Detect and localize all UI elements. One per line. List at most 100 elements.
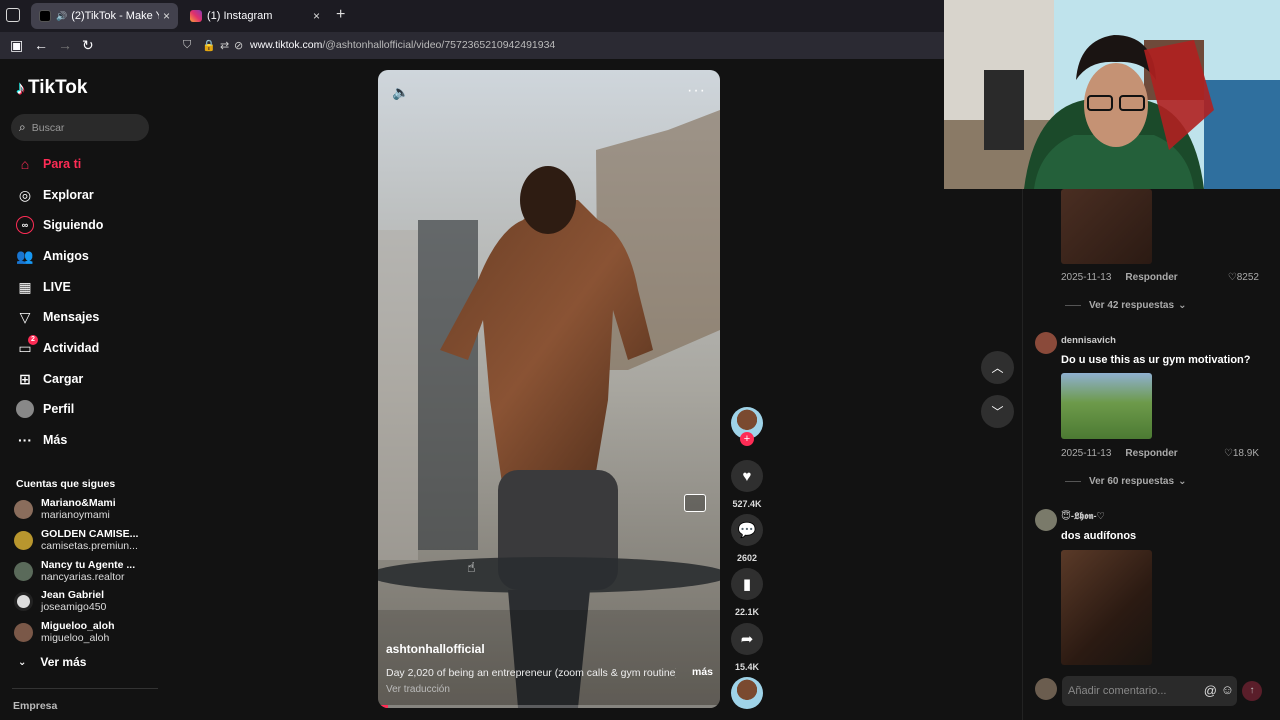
avatar — [14, 591, 33, 611]
comment-image[interactable] — [1061, 189, 1152, 264]
url-path: /@ashtonhallofficial/video/7572365210942… — [322, 39, 556, 51]
view-replies-label: Ver 42 respuestas — [1089, 300, 1175, 311]
following-account[interactable]: Mariano&Mami marianoymami — [14, 497, 116, 521]
sidebar-item-label: Explorar — [43, 188, 94, 202]
comment-meta: 2025-11-13 Responder — [1061, 448, 1178, 459]
url-bar[interactable]: www.tiktok.com/@ashtonhallofficial/video… — [250, 39, 555, 51]
comment-button[interactable]: 💬 — [731, 514, 763, 546]
comment-username[interactable]: dennisavich — [1061, 335, 1116, 346]
comment-input[interactable] — [1068, 685, 1188, 697]
video-progress-bar[interactable] — [378, 705, 720, 708]
sidebar-item-label: LIVE — [43, 280, 71, 294]
view-replies-button[interactable]: Ver 42 respuestas ⌄ — [1065, 300, 1186, 311]
new-tab-button[interactable]: + — [336, 6, 345, 24]
sidebar-item-label: Para ti — [43, 157, 82, 171]
reload-icon[interactable]: ↻ — [82, 37, 94, 54]
save-button[interactable]: ▮ — [731, 568, 763, 600]
video-description: Day 2,020 of being an entrepreneur (zoom… — [386, 667, 676, 679]
music-disc-avatar[interactable] — [731, 677, 763, 709]
video-player[interactable]: 🔈 ··· ☝ ashtonhallofficial Day 2,020 of … — [378, 70, 720, 708]
picture-in-picture-icon[interactable] — [684, 494, 706, 512]
tracking-icon[interactable]: ⊘ — [234, 39, 243, 52]
chevron-down-icon: ﹀ — [991, 405, 1004, 419]
following-account[interactable]: Migueloo_aloh migueloo_aloh — [14, 620, 115, 644]
following-account[interactable]: GOLDEN CAMISE... camisetas.premiun... — [14, 528, 138, 552]
previous-video-button[interactable]: ︿ — [981, 351, 1014, 384]
view-replies-button[interactable]: Ver 60 respuestas ⌄ — [1065, 476, 1186, 487]
chevron-down-icon: ⌄ — [1178, 476, 1187, 487]
bookmark-icon: ▮ — [742, 576, 752, 593]
sidebar-item-cargar[interactable]: ⊞ Cargar — [16, 367, 83, 391]
sidebar-item-siguiendo[interactable]: ∞ Siguiendo — [16, 213, 103, 237]
forward-arrow-icon[interactable]: → — [58, 37, 72, 53]
divider — [1065, 481, 1081, 482]
follow-plus-icon[interactable]: + — [740, 432, 754, 446]
footer-empresa-link[interactable]: Empresa — [13, 700, 57, 712]
see-translation-link[interactable]: Ver traducción — [386, 684, 450, 695]
comment-image[interactable] — [1061, 373, 1152, 439]
compass-icon: ◎ — [18, 186, 32, 203]
lock-icon[interactable]: 🔒 — [202, 39, 216, 52]
tab-list-icon[interactable] — [6, 8, 20, 22]
avatar[interactable] — [1035, 509, 1057, 531]
friends-icon: 👥 — [16, 247, 34, 264]
volume-icon[interactable]: 🔈 — [392, 84, 409, 101]
mention-icon[interactable]: @ — [1204, 683, 1217, 698]
sidebar-item-label: Mensajes — [43, 310, 100, 324]
avatar[interactable] — [1035, 332, 1057, 354]
tiktok-logo[interactable]: ♪ TikTok — [16, 77, 87, 99]
reply-button[interactable]: Responder — [1125, 272, 1177, 283]
comment-text: Do u use this as ur gym motivation? — [1061, 354, 1251, 366]
next-video-button[interactable]: ﹀ — [981, 395, 1014, 428]
chevron-up-icon: ︿ — [991, 361, 1004, 375]
comment-username[interactable]: 😇-𝕷𝖍𝖔𝖓-♡ — [1061, 511, 1105, 522]
divider — [1065, 305, 1081, 306]
share-button[interactable]: ➦ — [731, 623, 763, 655]
share-arrow-icon: ➦ — [740, 631, 754, 648]
sidebar-item-live[interactable]: ▦ LIVE — [16, 275, 71, 299]
sidebar-item-mensajes[interactable]: ▽ Mensajes — [16, 305, 100, 329]
video-more-button[interactable]: más — [692, 666, 713, 678]
comment-like[interactable]: ♡8252 — [1228, 272, 1259, 283]
search-input[interactable] — [31, 121, 132, 134]
comment-image[interactable] — [1061, 550, 1152, 665]
comment-like-count: 8252 — [1236, 272, 1259, 283]
video-username[interactable]: ashtonhallofficial — [386, 642, 485, 656]
account-name: Migueloo_aloh — [41, 620, 115, 632]
back-arrow-icon[interactable]: ← — [34, 37, 48, 53]
comment-input-box[interactable]: @ ☺ — [1062, 676, 1237, 706]
search-box[interactable]: ⌕ — [11, 114, 149, 141]
comment-meta: 2025-11-13 Responder — [1061, 272, 1178, 283]
sidebar-item-explorar[interactable]: ◎ Explorar — [16, 183, 94, 207]
tiktok-favicon-icon — [39, 10, 51, 22]
like-button[interactable]: ♥ — [731, 460, 763, 492]
see-more-button[interactable]: ⌄ Ver más — [18, 655, 86, 669]
tab-title: (1) Instagram — [207, 10, 273, 22]
following-account[interactable]: Nancy tu Agente ... nancyarias.realtor — [14, 559, 135, 583]
sidebar-toggle-icon[interactable]: ▣ — [10, 37, 23, 54]
avatar — [14, 561, 33, 581]
sidebar-item-amigos[interactable]: 👥 Amigos — [16, 244, 89, 268]
following-account[interactable]: Jean Gabriel joseamigo450 — [14, 589, 106, 613]
emoji-icon[interactable]: ☺ — [1221, 682, 1234, 697]
permissions-icon[interactable]: ⇄ — [220, 39, 229, 52]
shield-icon[interactable]: ⛉ — [183, 39, 191, 52]
reply-button[interactable]: Responder — [1125, 448, 1177, 459]
tab-tiktok[interactable]: 🔊 (2)TikTok - Make Your Day × — [31, 3, 178, 29]
sidebar-item-perfil[interactable]: Perfil — [16, 397, 74, 421]
sidebar-item-actividad[interactable]: ▭ 2 Actividad — [16, 335, 99, 360]
comment-like[interactable]: ♡18.9K — [1224, 448, 1259, 459]
speaker-icon[interactable]: 🔊 — [56, 11, 67, 22]
tab-instagram[interactable]: (1) Instagram × — [182, 3, 328, 29]
activity-icon: ▭ 2 — [16, 335, 38, 357]
comment-icon: 💬 — [737, 522, 757, 539]
view-replies-label: Ver 60 respuestas — [1089, 476, 1175, 487]
close-tab-icon[interactable]: × — [163, 9, 170, 23]
close-tab-icon[interactable]: × — [313, 9, 320, 23]
more-options-icon[interactable]: ··· — [687, 82, 706, 100]
sidebar-item-mas[interactable]: ··· Más — [16, 428, 67, 452]
sidebar-item-para-ti[interactable]: ⌂ Para ti — [16, 152, 81, 176]
activity-badge: 2 — [28, 335, 38, 345]
save-count: 22.1K — [734, 607, 760, 617]
post-comment-button[interactable]: ↑ — [1242, 681, 1262, 701]
